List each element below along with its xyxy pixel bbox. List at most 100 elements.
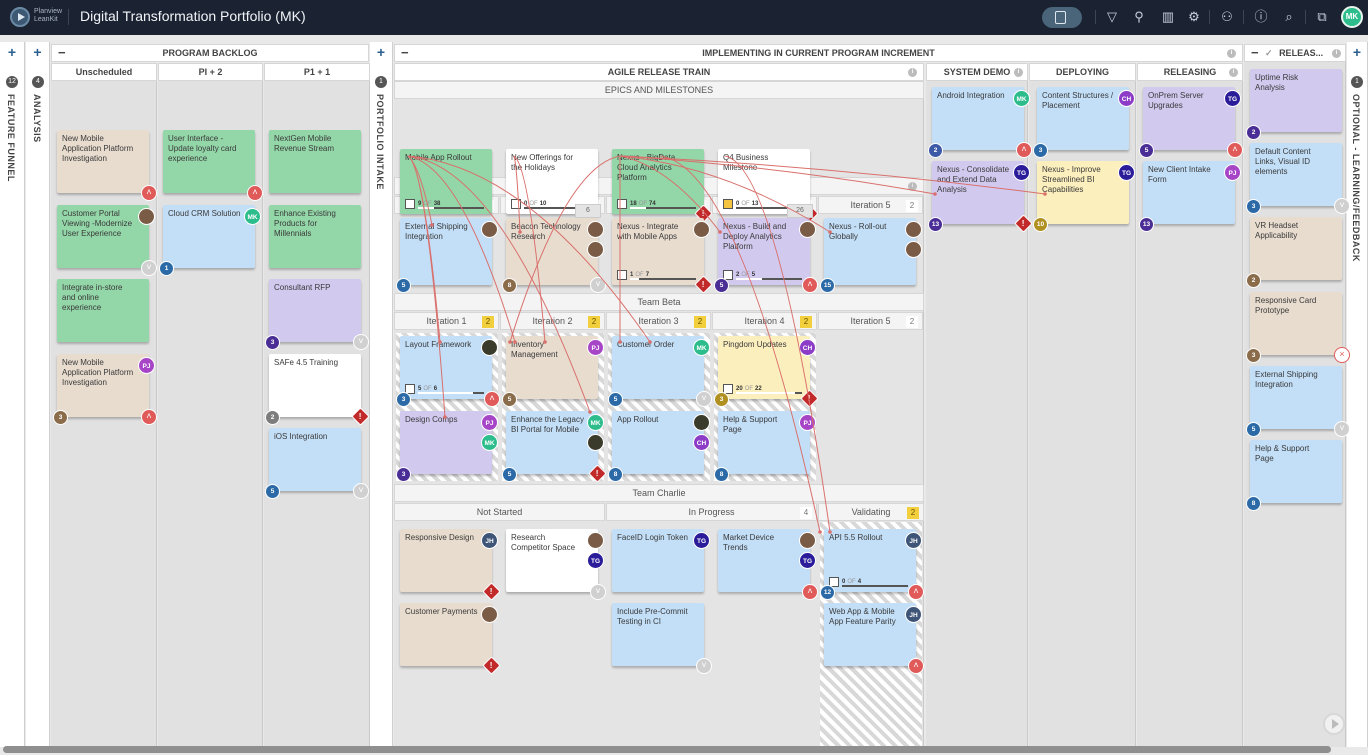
assigned-user-avatar[interactable] — [905, 241, 922, 258]
iteration-header[interactable]: Iteration 5 2 — [818, 312, 923, 330]
column-header-deploying[interactable]: DEPLOYING — [1029, 63, 1136, 81]
column-header[interactable]: Unscheduled — [51, 63, 157, 81]
add-card-icon[interactable]: + — [26, 44, 49, 60]
assigned-user-avatar[interactable]: PJ — [1224, 164, 1241, 181]
card[interactable]: Customer Portal Viewing -Modernize User … — [57, 205, 157, 276]
card[interactable]: Market Device Trends TG ˄ — [718, 529, 818, 600]
assigned-user-avatar[interactable]: CH — [1118, 90, 1135, 107]
card[interactable]: SAFe 4.5 Training 2! — [265, 354, 370, 426]
column-header[interactable]: Not Started — [394, 503, 605, 521]
notifications-icon[interactable]: ⧉ — [1313, 9, 1331, 25]
card[interactable]: Default Content Links, Visual ID element… — [1246, 143, 1350, 214]
card[interactable]: Nexus - Integrate with Mobile Apps 1 OF 7! — [612, 218, 713, 294]
card[interactable]: Responsive Design JH! — [400, 529, 501, 601]
assigned-user-avatar[interactable]: JH — [481, 532, 498, 549]
expand-icon[interactable]: ˅ — [353, 483, 369, 499]
card[interactable]: Nexus - Consolidate and Extend Data Anal… — [928, 161, 1033, 233]
assigned-user-avatar[interactable]: TG — [1118, 164, 1135, 181]
assigned-user-avatar[interactable] — [587, 221, 604, 238]
card[interactable]: Mobile App Rollout 9 OF 38 — [400, 149, 492, 214]
info-icon[interactable]: ⓘ — [1252, 9, 1270, 25]
card[interactable]: Nexus - BigData Cloud Analytics Platform… — [612, 149, 713, 223]
assigned-user-avatar[interactable] — [481, 606, 498, 623]
info-icon[interactable]: i — [1229, 68, 1238, 77]
column-header[interactable]: PI + 2 — [158, 63, 263, 81]
assigned-user-avatar[interactable]: TG — [1013, 164, 1030, 181]
card[interactable]: Include Pre-Commit Testing in CI ˅ — [612, 603, 712, 674]
assigned-user-avatar[interactable]: MK — [587, 414, 604, 431]
assigned-user-avatar[interactable]: MK — [1013, 90, 1030, 107]
card[interactable]: Customer Order MK 5 ˅ — [608, 336, 712, 407]
info-icon[interactable]: i — [908, 182, 917, 191]
card[interactable]: Content Structures / Placement CH 3 — [1033, 87, 1135, 158]
assigned-user-avatar[interactable]: PJ — [799, 414, 816, 431]
card[interactable]: Research Competitor Space TG ˅ — [506, 529, 606, 600]
settings-icon[interactable]: ⚙ — [1185, 9, 1203, 25]
lane-feature-funnel[interactable]: + 12 FEATURE FUNNEL — [0, 42, 25, 747]
priority-up-icon[interactable]: ˄ — [908, 658, 924, 674]
assigned-user-avatar[interactable] — [138, 208, 155, 225]
assigned-user-avatar[interactable] — [481, 221, 498, 238]
card[interactable]: Uptime Risk Analysis 2 — [1246, 69, 1342, 140]
card[interactable]: Help & Support Page PJ 8 — [714, 411, 816, 482]
assigned-user-avatar[interactable]: PJ — [481, 414, 498, 431]
card[interactable]: Help & Support Page 8 — [1246, 440, 1342, 511]
assigned-user-avatar[interactable]: JH — [905, 532, 922, 549]
board-settings-button[interactable] — [1042, 7, 1082, 28]
assigned-user-avatar[interactable]: MK — [693, 339, 710, 356]
expand-icon[interactable]: ˅ — [1334, 421, 1350, 437]
assigned-user-avatar[interactable] — [799, 532, 816, 549]
card[interactable]: New Mobile Application Platform Investig… — [57, 130, 157, 201]
card[interactable]: Beacon Technology Research 8 ˅ — [502, 218, 606, 293]
filter-icon[interactable]: ▽ — [1103, 9, 1121, 25]
info-icon[interactable]: i — [1332, 49, 1341, 58]
card[interactable]: Cloud CRM Solution MK 1 — [159, 205, 261, 276]
assigned-user-avatar[interactable] — [587, 241, 604, 258]
card[interactable]: New Client Intake Form PJ 13 — [1139, 161, 1241, 232]
assigned-user-avatar[interactable] — [587, 434, 604, 451]
close-icon[interactable]: × — [1334, 347, 1350, 363]
card[interactable]: Android Integration MK 2 ˄ — [928, 87, 1032, 158]
assigned-user-avatar[interactable] — [481, 339, 498, 356]
assigned-user-avatar[interactable]: TG — [693, 532, 710, 549]
card[interactable]: Design Comps PJ MK 3 — [396, 411, 498, 482]
card[interactable]: New Offerings for the Holidays 0 OF 10 6 — [506, 149, 601, 218]
column-header-system-demo[interactable]: SYSTEM DEMO i — [926, 63, 1028, 81]
column-header[interactable]: In Progress 4 — [606, 503, 817, 521]
card[interactable]: Nexus - Roll-out Globally 15 — [820, 218, 922, 293]
iteration-header[interactable]: Iteration 2 2 — [500, 312, 605, 330]
expand-icon[interactable]: ˅ — [1334, 198, 1350, 214]
column-header[interactable]: P1 + 1 — [264, 63, 370, 81]
card[interactable]: VR Headset Applicability 2 — [1246, 217, 1342, 288]
collapse-icon[interactable]: − — [1251, 45, 1259, 61]
add-card-icon[interactable]: + — [370, 44, 392, 60]
assigned-user-avatar[interactable]: PJ — [138, 357, 155, 374]
assigned-user-avatar[interactable] — [799, 221, 816, 238]
expand-icon[interactable]: ˅ — [590, 277, 606, 293]
card[interactable]: App Rollout CH 8 — [608, 411, 710, 482]
iteration-header[interactable]: Iteration 4 2 — [712, 312, 817, 330]
card[interactable]: API 5.5 Rollout JH 0 OF 4 12 ˄ — [820, 529, 924, 600]
card[interactable]: Inventory Management PJ 5 — [502, 336, 604, 407]
priority-up-icon[interactable]: ˄ — [484, 391, 500, 407]
assigned-user-avatar[interactable]: CH — [799, 339, 816, 356]
lane-header-team-beta[interactable]: Team Beta — [394, 293, 924, 311]
card[interactable]: FaceID Login Token TG — [612, 529, 710, 592]
planview-logo-icon[interactable] — [10, 7, 30, 27]
lane-header-program-backlog[interactable]: − PROGRAM BACKLOG — [51, 44, 369, 62]
assigned-user-avatar[interactable]: TG — [1224, 90, 1241, 107]
search-icon[interactable]: ⌕ — [1280, 9, 1298, 25]
assigned-user-avatar[interactable]: PJ — [587, 339, 604, 356]
assigned-user-avatar[interactable]: CH — [693, 434, 710, 451]
card[interactable]: Q4 Business Milestone0OF13!26 — [718, 149, 819, 223]
card[interactable]: iOS Integration 5 ˅ — [265, 428, 369, 499]
collapse-icon[interactable]: − — [58, 45, 66, 61]
priority-up-icon[interactable]: ˄ — [247, 185, 263, 201]
info-icon[interactable]: i — [1014, 68, 1023, 77]
card[interactable]: External Shipping Integration 5 ˅ — [1246, 366, 1350, 437]
walkthrough-play-icon[interactable] — [1323, 713, 1345, 735]
card[interactable]: NextGen Mobile Revenue Stream — [269, 130, 361, 193]
iteration-header[interactable]: Iteration 1 2 — [394, 312, 499, 330]
priority-up-icon[interactable]: ˄ — [1016, 142, 1032, 158]
assigned-user-avatar[interactable]: TG — [587, 552, 604, 569]
